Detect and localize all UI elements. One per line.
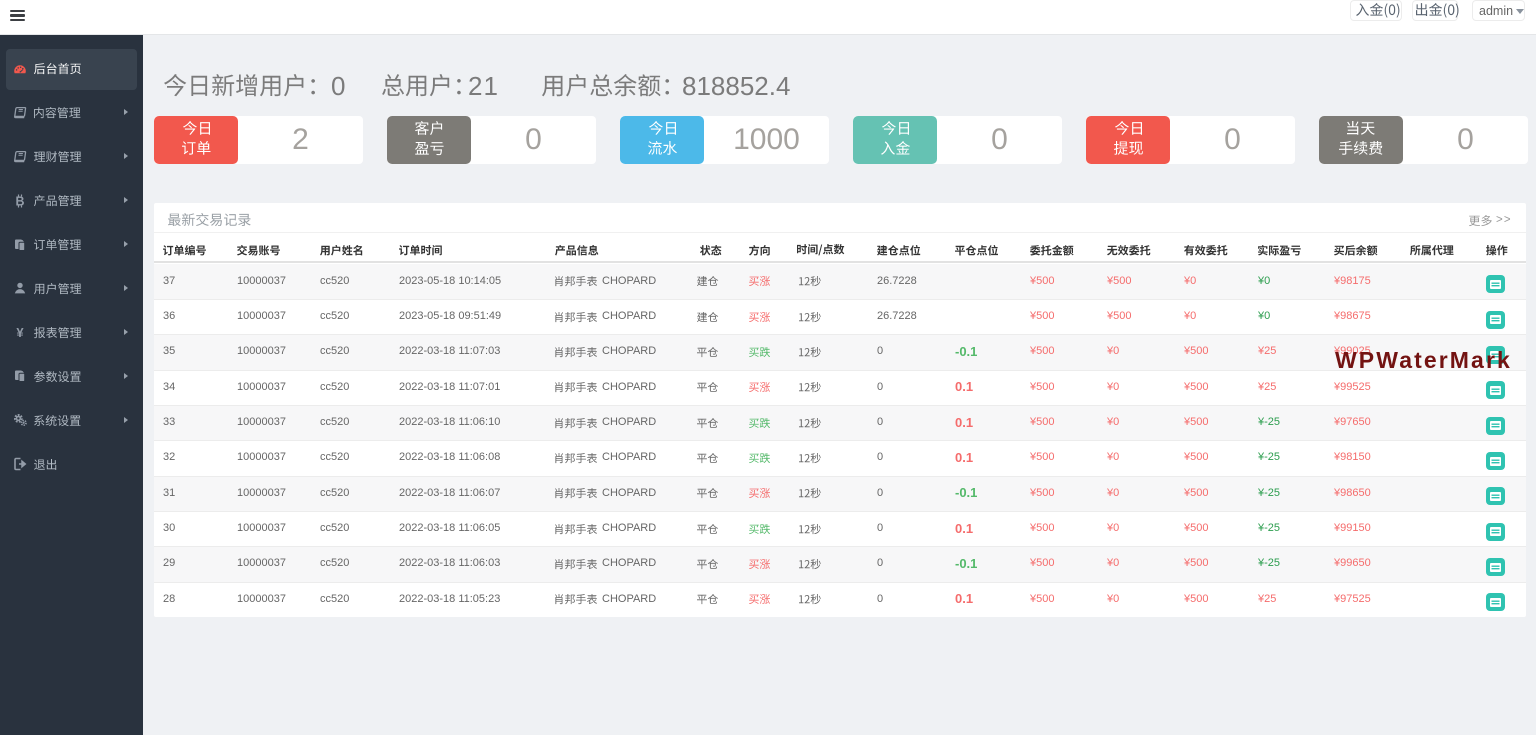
svg-text:B: B xyxy=(15,194,24,208)
svg-text:¥: ¥ xyxy=(16,325,24,340)
